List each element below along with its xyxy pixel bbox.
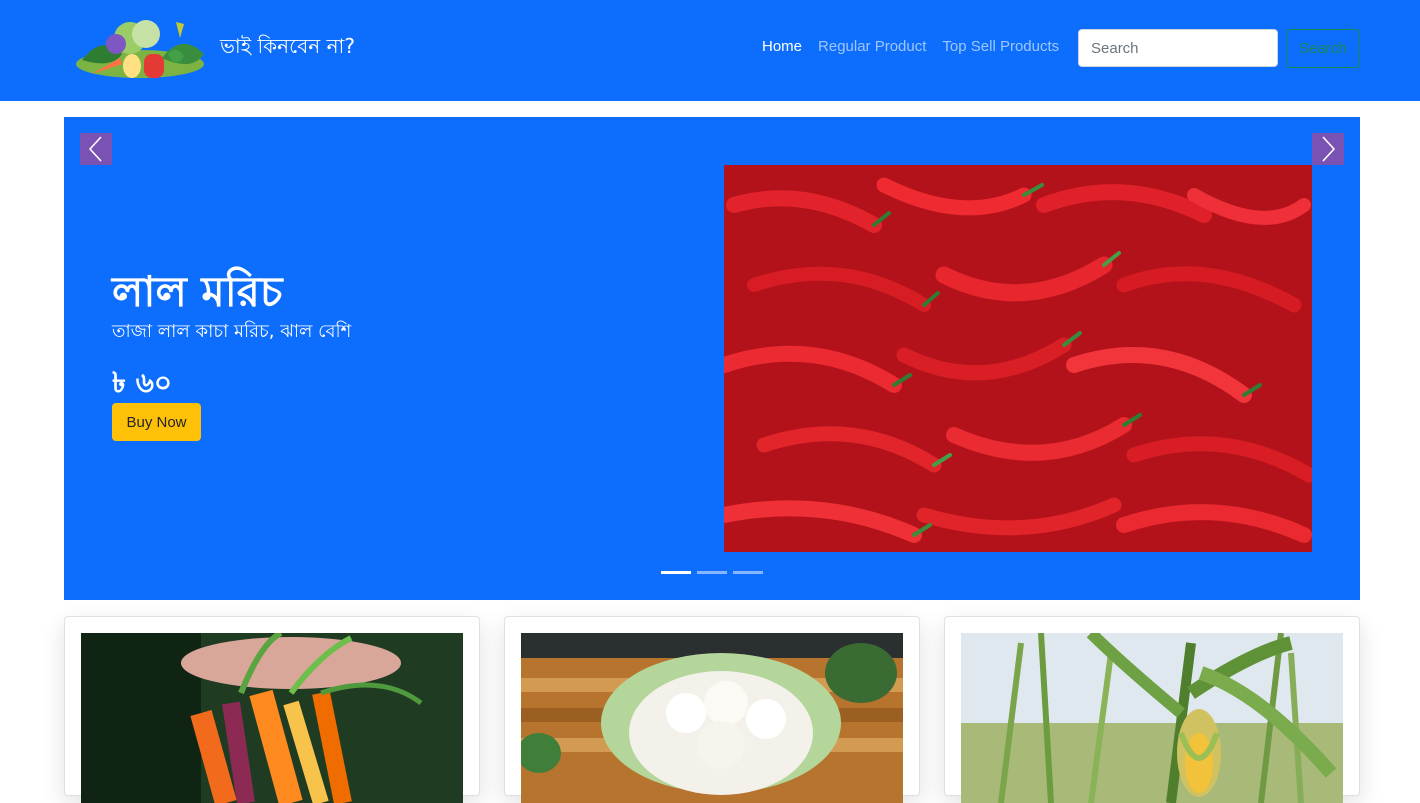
- red-chili-image: [724, 165, 1312, 552]
- slide-price: ৳ ৬০: [112, 366, 173, 399]
- chevron-right-icon: [1322, 136, 1336, 162]
- chevron-left-icon: [88, 136, 102, 162]
- nav-regular-product[interactable]: Regular Product: [818, 38, 926, 55]
- hero-carousel: লাল মরিচ তাজা লাল কাচা মরিচ, ঝাল বেশি ৳ …: [64, 117, 1360, 600]
- product-card[interactable]: [64, 616, 480, 803]
- nav-links: Home Regular Product Top Sell Products: [762, 38, 1075, 55]
- carousel-indicator[interactable]: [733, 571, 763, 574]
- carousel-indicators: [661, 571, 763, 574]
- nav-top-sell-products[interactable]: Top Sell Products: [942, 38, 1059, 55]
- product-cards: [64, 616, 1360, 803]
- carousel-prev-button[interactable]: [80, 133, 112, 165]
- brand[interactable]: ভাই কিনবেন না?: [72, 14, 355, 82]
- nav-home[interactable]: Home: [762, 38, 802, 55]
- slide-description: তাজা লাল কাচা মরিচ, ঝাল বেশি: [112, 321, 352, 342]
- product-card[interactable]: [944, 616, 1360, 803]
- vegetable-basket-logo-icon: [76, 20, 204, 78]
- product-card[interactable]: [504, 616, 920, 803]
- carousel-next-button[interactable]: [1312, 133, 1344, 165]
- buy-now-button[interactable]: Buy Now: [112, 403, 201, 441]
- brand-title: ভাই কিনবেন না?: [220, 33, 355, 58]
- carousel-indicator[interactable]: [697, 571, 727, 574]
- navbar: ভাই কিনবেন না? Home Regular Product Top …: [0, 0, 1420, 101]
- search-input[interactable]: [1078, 29, 1278, 67]
- carousel-indicator[interactable]: [661, 571, 691, 574]
- search-button[interactable]: Search: [1286, 29, 1360, 68]
- red-chili-photo-icon: [724, 165, 1312, 552]
